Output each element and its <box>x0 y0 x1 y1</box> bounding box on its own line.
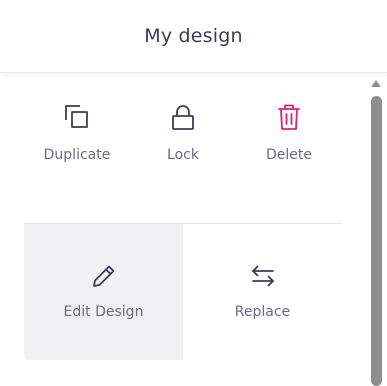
duplicate-icon <box>65 105 88 128</box>
panel-title: My design <box>144 25 243 47</box>
delete-label: Delete <box>266 147 312 163</box>
replace-button[interactable]: Replace <box>183 224 342 360</box>
delete-button[interactable]: Delete <box>234 100 344 170</box>
swap-arrows-icon <box>251 265 274 287</box>
quick-actions: Duplicate Lock Delete <box>0 100 360 170</box>
lock-button[interactable]: Lock <box>128 100 238 170</box>
scroll-up-arrow-icon[interactable] <box>370 78 382 88</box>
lock-label: Lock <box>167 147 199 163</box>
lock-icon <box>172 105 194 130</box>
trash-icon <box>278 104 300 130</box>
panel-header: My design <box>0 0 387 73</box>
replace-label: Replace <box>234 304 291 320</box>
duplicate-label: Duplicate <box>43 147 111 163</box>
edit-design-label: Edit Design <box>63 304 144 320</box>
design-tiles: Edit Design Replace <box>24 224 342 360</box>
design-panel: My design Duplicate Lock Delete Edit Des… <box>0 0 387 386</box>
edit-design-button[interactable]: Edit Design <box>24 224 184 360</box>
scrollbar-thumb[interactable] <box>371 96 382 386</box>
pencil-icon <box>92 265 114 287</box>
duplicate-button[interactable]: Duplicate <box>22 100 132 170</box>
